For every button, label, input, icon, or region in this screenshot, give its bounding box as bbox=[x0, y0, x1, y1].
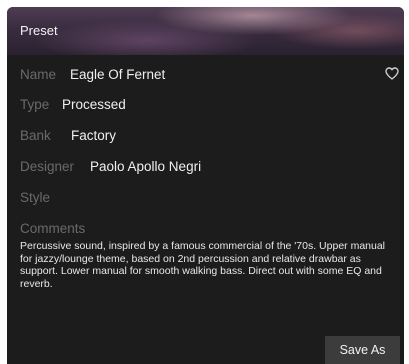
name-value[interactable]: Eagle Of Fernet bbox=[70, 67, 165, 82]
name-label: Name bbox=[20, 67, 57, 82]
heart-icon[interactable] bbox=[385, 67, 399, 80]
type-value[interactable]: Processed bbox=[62, 97, 126, 112]
save-as-button[interactable]: Save As bbox=[325, 336, 400, 364]
type-label: Type bbox=[20, 97, 50, 112]
style-label: Style bbox=[20, 190, 51, 205]
panel-title: Preset bbox=[20, 23, 58, 38]
bank-value[interactable]: Factory bbox=[71, 128, 116, 143]
comments-label: Comments bbox=[20, 221, 86, 236]
designer-label: Designer bbox=[20, 159, 75, 174]
designer-value[interactable]: Paolo Apollo Negri bbox=[90, 159, 201, 174]
preset-banner: Preset bbox=[7, 7, 404, 55]
comments-text[interactable]: Percussive sound, inspired by a famous c… bbox=[20, 240, 398, 290]
bank-label: Bank bbox=[20, 128, 51, 143]
preset-panel: Preset Name Eagle Of Fernet Type Process… bbox=[7, 7, 404, 364]
